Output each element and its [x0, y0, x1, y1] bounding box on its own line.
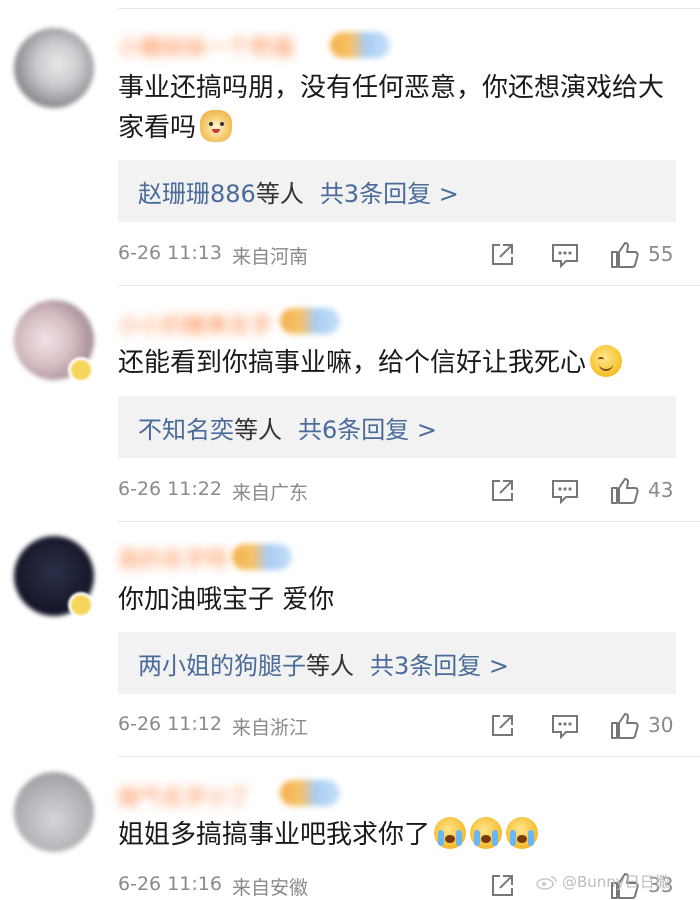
divider [118, 756, 700, 757]
avatar[interactable] [14, 772, 94, 852]
reply-summary[interactable]: 赵珊珊886 等人 共3条回复 > [118, 160, 676, 222]
location: 来自河南 [232, 246, 309, 268]
dog-emoji-icon [200, 110, 233, 142]
timestamp: 6-26 11:22 [118, 478, 222, 500]
divider [118, 521, 700, 522]
reply-users[interactable]: 赵珊珊886 [138, 174, 256, 209]
like-count: 30 [648, 713, 674, 737]
crying-emoji-icon [434, 817, 467, 849]
reply-users[interactable]: 两小姐的狗腿子 [138, 646, 306, 681]
vip-badge-icon [232, 544, 292, 570]
reply-users-suffix: 等人 [234, 415, 282, 444]
comment-icon[interactable] [550, 712, 580, 745]
reply-count-link[interactable]: 共6条回复 > [298, 410, 437, 445]
comment-icon[interactable] [550, 477, 580, 510]
vip-badge-icon [280, 780, 340, 806]
reply-users-suffix: 等人 [255, 179, 304, 208]
reply-summary[interactable]: 两小姐的狗腿子 等人 共3条回复 > [118, 632, 676, 694]
timestamp: 6-26 11:16 [118, 873, 222, 895]
avatar[interactable] [14, 28, 94, 108]
verified-badge-icon [68, 592, 94, 618]
comment-meta: 6-26 11:13 来自河南 55 [118, 240, 700, 270]
like-icon[interactable] [608, 710, 640, 747]
weibo-watermark: @Bunny日日撒 [536, 871, 670, 892]
comment-text: 还能看到你搞事业嘛，给个信好让我死心 [118, 343, 678, 383]
crying-emoji-icon [470, 817, 503, 849]
weibo-logo-icon [536, 876, 557, 890]
divider [118, 8, 700, 9]
location: 来自浙江 [232, 717, 309, 739]
timestamp: 6-26 11:13 [118, 242, 222, 264]
reply-users-suffix: 等人 [306, 651, 354, 680]
username[interactable]: 我的名字呀 [118, 542, 228, 573]
comment-text: 姐姐多搞搞事业吧我求你了 [118, 815, 678, 855]
crying-emoji-icon [506, 817, 539, 849]
like-icon[interactable] [608, 475, 640, 512]
comment-meta: 6-26 11:22 来自广东 43 [118, 476, 700, 506]
reply-users[interactable]: 不知名奕 [138, 410, 234, 445]
like-icon[interactable] [608, 239, 640, 276]
comment-icon[interactable] [550, 241, 580, 274]
share-icon[interactable] [488, 241, 516, 274]
like-count: 55 [648, 242, 674, 266]
reply-count-link[interactable]: 共3条回复 > [320, 174, 459, 209]
comment-feed: 小糖妹妹一个熊猫 事业还搞吗朋，没有任何恶意，你还想演戏给大家看吗 赵珊珊886… [0, 0, 700, 900]
vip-badge-icon [280, 308, 340, 334]
comment-meta: 6-26 11:12 来自浙江 30 [118, 711, 700, 741]
vip-badge-icon [330, 32, 390, 58]
divider [118, 285, 700, 286]
comment-text: 事业还搞吗朋，没有任何恶意，你还想演戏给大家看吗 [118, 73, 665, 143]
watermark-text: @Bunny日日撒 [562, 873, 670, 891]
share-icon[interactable] [488, 712, 516, 745]
reply-count-link[interactable]: 共3条回复 > [370, 646, 509, 681]
share-icon[interactable] [488, 477, 516, 510]
smile-emoji-icon [590, 345, 623, 377]
username[interactable]: 小糖妹妹一个熊猫 [118, 30, 294, 61]
location: 来自广东 [232, 482, 309, 504]
location: 来自安徽 [232, 877, 309, 899]
reply-summary[interactable]: 不知名奕 等人 共6条回复 > [118, 396, 676, 458]
share-icon[interactable] [488, 872, 516, 900]
comment-text: 你加油哦宝子 爱你 [118, 585, 335, 615]
timestamp: 6-26 11:12 [118, 713, 222, 735]
like-count: 43 [648, 478, 674, 502]
username[interactable]: 小小的糖果名字 [118, 308, 272, 339]
verified-badge-icon [68, 357, 94, 383]
username[interactable]: 娘气名字小丁 [118, 780, 250, 811]
